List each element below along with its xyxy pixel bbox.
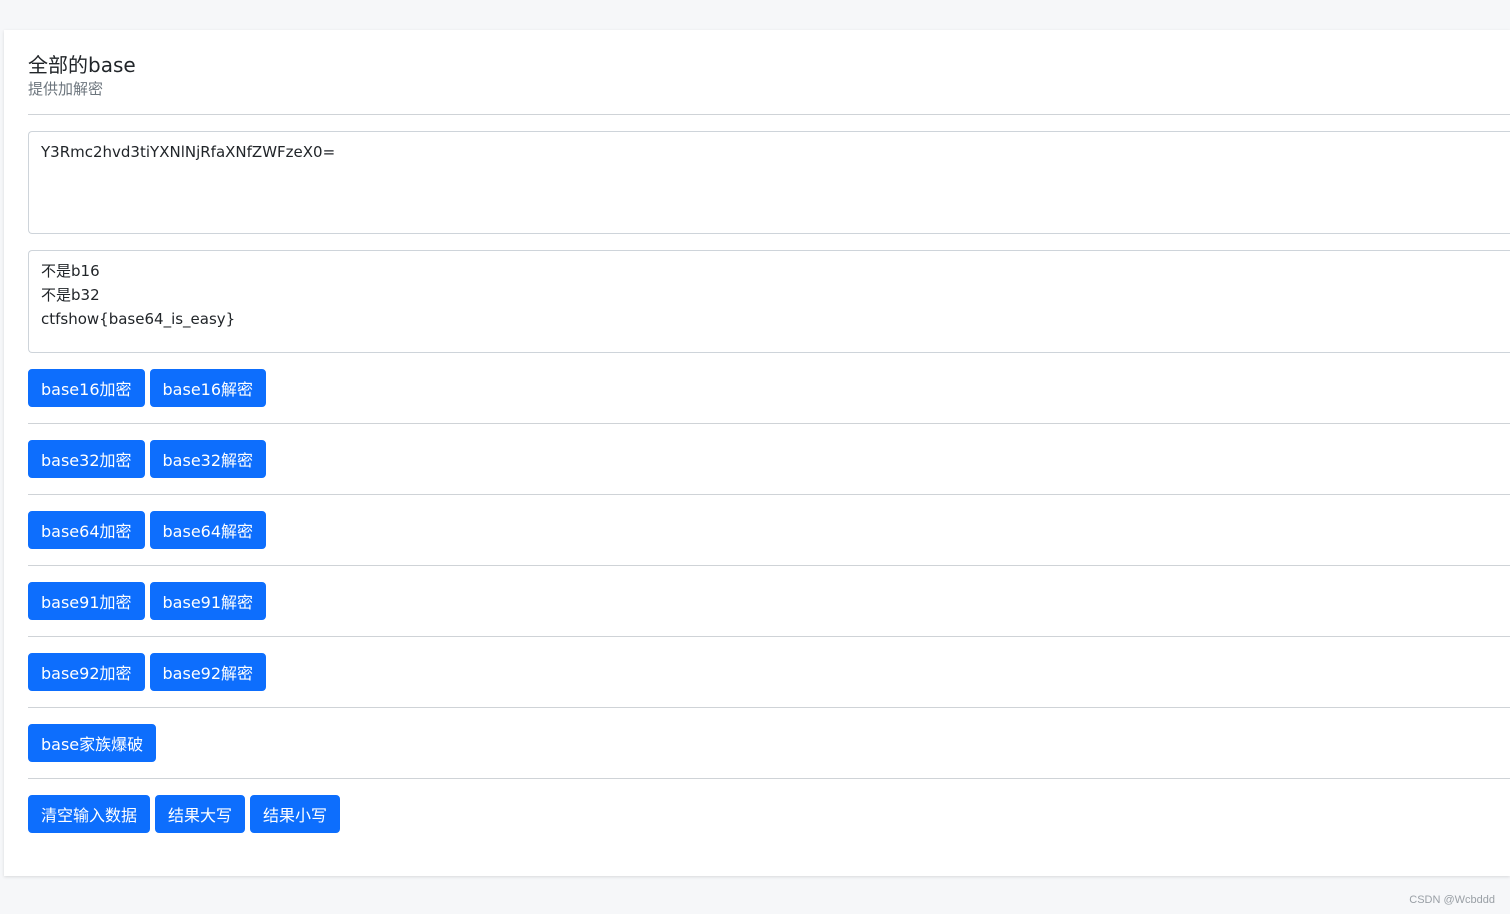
base91-encode-button[interactable]: base91加密 [28,582,145,620]
base32-decode-button[interactable]: base32解密 [149,440,267,478]
base64-decode-button[interactable]: base64解密 [149,511,267,549]
base32-button-group: base32加密 base32解密 [28,424,1510,494]
page-subtitle: 提供加解密 [28,80,104,98]
card-body: 全部的base 提供加解密 Y3Rmc2hvd3tiYXNlNjRfaXNfZW… [28,52,1510,849]
brute-button-group: base家族爆破 [28,708,1510,778]
base32-encode-button[interactable]: base32加密 [28,440,145,478]
clear-input-button[interactable]: 清空输入数据 [28,795,151,833]
base92-encode-button[interactable]: base92加密 [28,653,145,691]
divider [28,114,1510,115]
watermark: CSDN @Wcbddd [1409,894,1495,906]
main-card: 全部的base 提供加解密 Y3Rmc2hvd3tiYXNlNjRfaXNfZW… [4,30,1510,876]
base64-encode-button[interactable]: base64加密 [28,511,145,549]
utility-button-group: 清空输入数据 结果大写 结果小写 [28,779,1510,849]
result-uppercase-button[interactable]: 结果大写 [155,795,246,833]
page-title: 全部的base [28,53,136,77]
base91-decode-button[interactable]: base91解密 [149,582,267,620]
base92-decode-button[interactable]: base92解密 [149,653,267,691]
base64-button-group: base64加密 base64解密 [28,495,1510,565]
base16-button-group: base16加密 base16解密 [28,353,1510,423]
output-textarea[interactable]: 不是b16 不是b32 ctfshow{base64_is_easy} [28,250,1510,353]
base92-button-group: base92加密 base92解密 [28,637,1510,707]
result-lowercase-button[interactable]: 结果小写 [250,795,341,833]
base16-decode-button[interactable]: base16解密 [149,369,267,407]
base16-encode-button[interactable]: base16加密 [28,369,145,407]
input-textarea[interactable]: Y3Rmc2hvd3tiYXNlNjRfaXNfZWFzeX0= [28,131,1510,234]
base91-button-group: base91加密 base91解密 [28,566,1510,636]
base-family-brute-button[interactable]: base家族爆破 [28,724,157,762]
